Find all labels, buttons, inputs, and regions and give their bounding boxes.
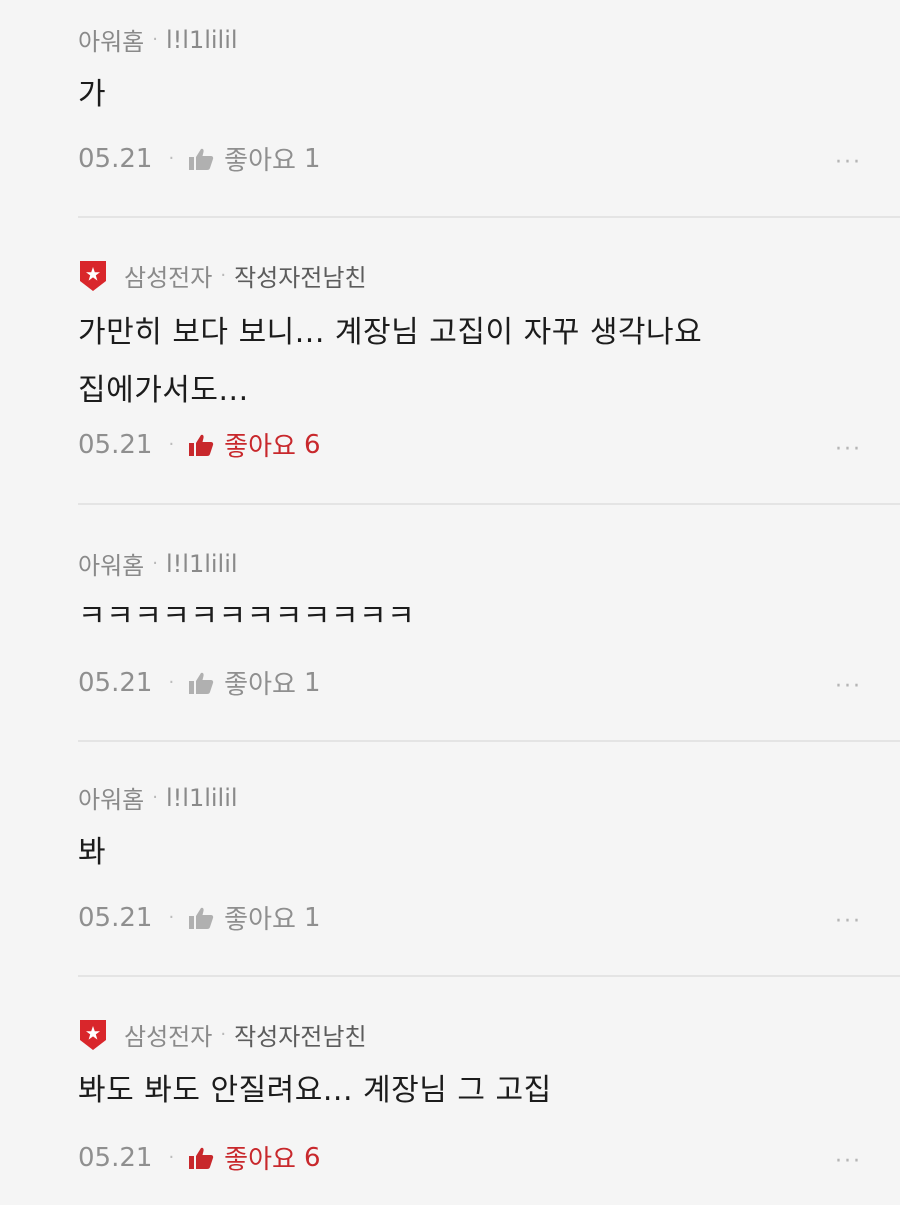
separator-dot: · — [168, 1147, 175, 1168]
separator-dot: · — [168, 148, 175, 169]
separator-dot: · — [168, 434, 175, 455]
comment-footer: 05.21 · 좋아요 6 — [78, 426, 320, 463]
comment-line: 봐 — [78, 835, 107, 870]
more-options-button[interactable]: ··· — [835, 150, 862, 175]
comment-footer: 05.21 · 좋아요 1 — [78, 140, 320, 177]
like-button[interactable]: 좋아요 1 — [188, 664, 320, 701]
thumbs-up-icon — [189, 148, 214, 170]
divider — [78, 975, 900, 977]
nickname[interactable]: 작성자전남친 — [234, 258, 366, 293]
comment-line: 봐도 봐도 안질려요... 계장님 그 고집 — [78, 1073, 552, 1108]
like-count: 6 — [303, 429, 321, 460]
company-name: 아워홈 — [78, 28, 145, 56]
comment-date: 05.21 — [78, 902, 153, 933]
more-options-button[interactable]: ··· — [835, 909, 862, 934]
comment-author: 삼성전자 · 작성자전남친 — [78, 1017, 367, 1052]
comment-line: ㅋㅋㅋㅋㅋㅋㅋㅋㅋㅋㅋㅋ — [78, 599, 416, 634]
nickname[interactable]: 작성자전남친 — [234, 1017, 366, 1052]
thumbs-up-icon — [189, 907, 214, 929]
thumbs-up-icon — [189, 1147, 214, 1169]
like-button[interactable]: 좋아요 6 — [188, 426, 320, 463]
comment-author: 아워홈 · l!l1lilil — [78, 780, 238, 815]
like-count: 1 — [303, 667, 321, 698]
like-label: 좋아요 — [224, 670, 296, 700]
nickname[interactable]: l!l1lilil — [166, 550, 238, 578]
like-label: 좋아요 — [224, 432, 296, 462]
separator-dot: · — [168, 672, 175, 693]
more-options-button[interactable]: ··· — [835, 674, 862, 699]
comment-date: 05.21 — [78, 1142, 153, 1173]
comment-line: 가 — [78, 77, 107, 112]
separator-dot: · — [152, 553, 158, 574]
comment-footer: 05.21 · 좋아요 1 — [78, 664, 320, 701]
more-options-button[interactable]: ··· — [835, 437, 862, 462]
thumbs-up-icon — [189, 434, 214, 456]
nickname[interactable]: l!l1lilil — [166, 784, 238, 812]
comment-footer: 05.21 · 좋아요 6 — [78, 1139, 320, 1176]
divider — [78, 740, 900, 742]
company-name: 아워홈 — [78, 552, 145, 580]
comment-text: 가 — [78, 66, 106, 124]
comment-text: ㅋㅋㅋㅋㅋㅋㅋㅋㅋㅋㅋㅋ — [78, 588, 415, 646]
comment-line: 집에가서도... — [78, 373, 249, 408]
separator-dot: · — [220, 1024, 227, 1045]
company-name: 삼성전자 — [124, 1023, 213, 1051]
thumbs-up-icon — [189, 672, 214, 694]
separator-dot: · — [220, 265, 227, 286]
like-button[interactable]: 좋아요 6 — [188, 1139, 320, 1176]
company-name: 아워홈 — [78, 786, 145, 814]
divider — [78, 216, 900, 218]
separator-dot: · — [168, 907, 175, 928]
like-count: 1 — [303, 143, 321, 174]
nickname[interactable]: l!l1lilil — [166, 26, 238, 54]
comment-text: 봐 — [78, 824, 106, 882]
like-button[interactable]: 좋아요 1 — [188, 140, 320, 177]
like-count: 1 — [303, 902, 321, 933]
separator-dot: · — [152, 29, 158, 50]
like-button[interactable]: 좋아요 1 — [188, 899, 320, 936]
comment-text: 가만히 보다 보니... 계장님 고집이 자꾸 생각나요 집에가서도... — [78, 304, 702, 420]
like-label: 좋아요 — [224, 1145, 296, 1175]
comment-text: 봐도 봐도 안질려요... 계장님 그 고집 — [78, 1062, 552, 1120]
comment-footer: 05.21 · 좋아요 1 — [78, 899, 320, 936]
company-badge-icon — [80, 1019, 106, 1050]
comment-author: 아워홈 · l!l1lilil — [78, 546, 238, 581]
divider — [78, 503, 900, 505]
comment-date: 05.21 — [78, 429, 153, 460]
company-name: 삼성전자 — [124, 264, 213, 292]
comment-date: 05.21 — [78, 667, 153, 698]
separator-dot: · — [152, 787, 158, 808]
more-options-button[interactable]: ··· — [835, 1149, 862, 1174]
comment-line: 가만히 보다 보니... 계장님 고집이 자꾸 생각나요 — [78, 315, 703, 350]
like-label: 좋아요 — [224, 905, 296, 935]
comment-author: 삼성전자 · 작성자전남친 — [78, 258, 367, 293]
company-badge-icon — [80, 260, 106, 291]
comment-author: 아워홈 · l!l1lilil — [78, 22, 238, 57]
like-count: 6 — [303, 1142, 321, 1173]
like-label: 좋아요 — [224, 146, 296, 176]
comment-date: 05.21 — [78, 143, 153, 174]
